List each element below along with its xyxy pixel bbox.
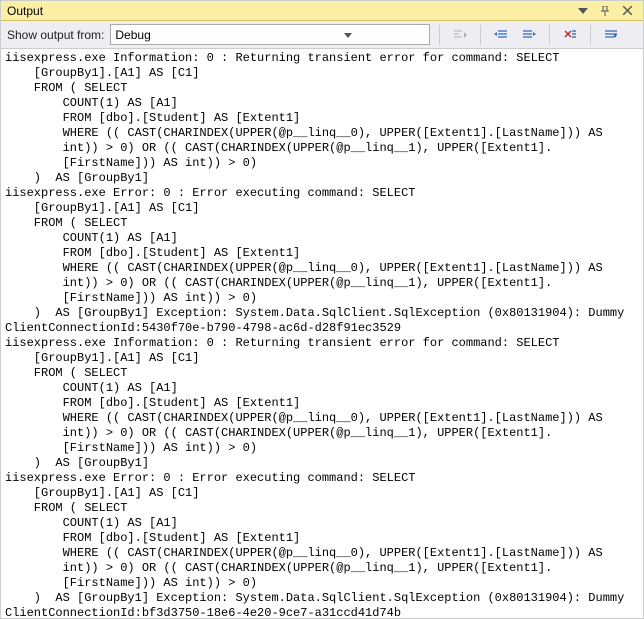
indent-right-button[interactable]	[518, 24, 540, 46]
source-label: Show output from:	[7, 28, 104, 42]
chevron-down-icon	[270, 28, 425, 42]
window-position-button[interactable]	[573, 3, 593, 19]
output-source-dropdown[interactable]: Debug	[110, 24, 430, 45]
find-message-button[interactable]	[449, 24, 471, 46]
panel-title-bar: Output	[1, 1, 643, 21]
output-log-area[interactable]: iisexpress.exe Information: 0 : Returnin…	[1, 49, 643, 618]
pin-button[interactable]	[595, 3, 615, 19]
clear-all-button[interactable]	[559, 24, 581, 46]
close-button[interactable]	[617, 3, 637, 19]
toolbar-separator	[590, 25, 591, 45]
toolbar-separator	[549, 25, 550, 45]
output-toolbar: Show output from: Debug	[1, 21, 643, 49]
indent-left-button[interactable]	[490, 24, 512, 46]
toolbar-separator	[439, 25, 440, 45]
word-wrap-button[interactable]	[600, 24, 622, 46]
toolbar-separator	[480, 25, 481, 45]
panel-title: Output	[7, 4, 571, 18]
output-source-value: Debug	[115, 28, 270, 42]
